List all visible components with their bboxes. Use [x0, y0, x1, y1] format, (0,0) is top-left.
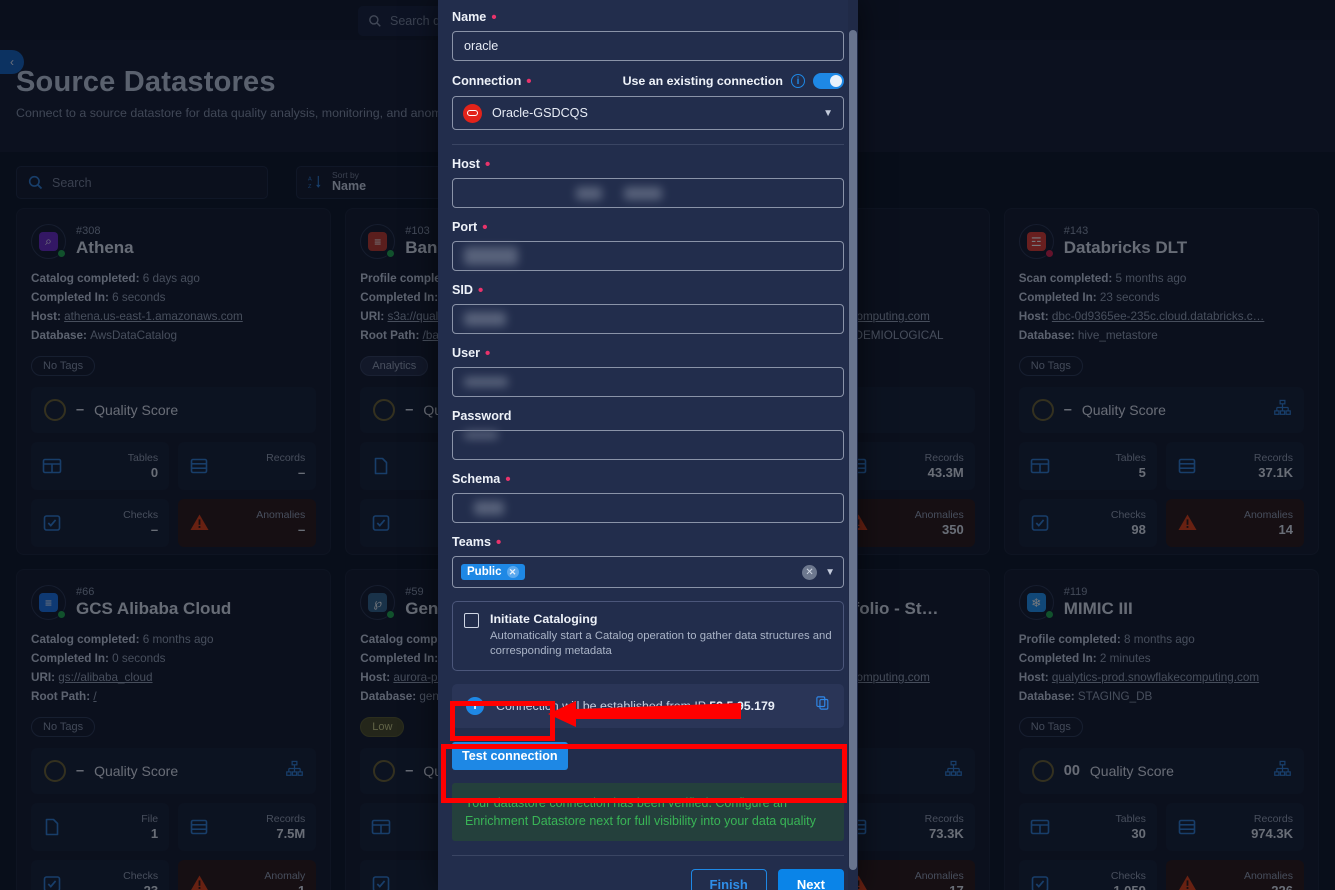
sid-label-text: SID	[452, 283, 473, 297]
password-input[interactable]	[452, 430, 844, 460]
use-existing-connection-toggle[interactable]	[813, 73, 844, 89]
ip-value: 52.5.95.179	[709, 698, 775, 713]
user-input[interactable]	[452, 367, 844, 397]
teams-multiselect[interactable]: Public ✕ ✕ ▼	[452, 556, 844, 588]
port-label-text: Port	[452, 220, 478, 234]
teams-label: Teams •	[452, 534, 502, 551]
test-connection-button[interactable]: Test connection	[452, 741, 568, 770]
sid-input[interactable]	[452, 304, 844, 334]
port-label: Port •	[452, 219, 488, 236]
name-label-text: Name	[452, 10, 487, 24]
user-label: User •	[452, 345, 491, 362]
oracle-icon	[463, 103, 482, 123]
section-divider	[452, 144, 844, 145]
redacted-value	[464, 431, 498, 439]
team-chip-label: Public	[467, 566, 502, 578]
add-source-datastore-modal: Name • oracle Connection • Use an existi…	[438, 0, 858, 890]
clear-all-icon[interactable]: ✕	[802, 564, 818, 580]
copy-icon[interactable]	[816, 696, 830, 715]
info-icon: i	[466, 696, 484, 715]
sid-label: SID •	[452, 282, 484, 299]
modal-scrollbar-track[interactable]	[848, 0, 858, 890]
footer-divider	[452, 854, 844, 856]
use-existing-connection-label: Use an existing connection	[622, 74, 783, 88]
redacted-value	[464, 247, 518, 265]
modal-scrollbar-thumb[interactable]	[849, 30, 857, 870]
schema-label-text: Schema	[452, 472, 501, 486]
redacted-value	[464, 312, 506, 326]
redacted-value	[464, 377, 508, 387]
password-field-group: Password	[452, 409, 844, 460]
team-chip[interactable]: Public ✕	[461, 564, 525, 580]
connection-ip-banner: i Connection will be established from IP…	[452, 683, 844, 728]
initiate-cataloging-title: Initiate Cataloging	[490, 612, 598, 626]
redacted-value	[474, 501, 504, 515]
connection-label: Connection •	[452, 73, 532, 90]
chevron-down-icon: ▼	[825, 566, 835, 578]
host-input[interactable]	[452, 178, 844, 208]
modal-body: Name • oracle Connection • Use an existi…	[438, 0, 858, 890]
redacted-value	[624, 186, 662, 200]
initiate-cataloging-description: Automatically start a Catalog operation …	[490, 630, 832, 658]
remove-chip-icon[interactable]: ✕	[506, 566, 519, 578]
schema-input[interactable]	[452, 493, 844, 523]
user-field-group: User •	[452, 346, 844, 397]
initiate-cataloging-checkbox[interactable]	[464, 613, 479, 628]
finish-button[interactable]: Finish	[690, 868, 767, 890]
info-icon[interactable]: i	[791, 74, 805, 88]
connection-ip-text: Connection will be established from IP 5…	[496, 699, 775, 713]
connection-label-text: Connection	[452, 74, 522, 88]
sid-field-group: SID •	[452, 283, 844, 334]
port-field-group: Port •	[452, 220, 844, 271]
initiate-cataloging-option[interactable]: Initiate Cataloging Automatically start …	[452, 601, 844, 671]
teams-label-text: Teams	[452, 535, 491, 549]
teams-field-group: Teams • Public ✕ ✕ ▼	[452, 535, 844, 588]
name-field-group: Name • oracle	[452, 10, 844, 61]
connection-selected-value: Oracle-GSDCQS	[492, 106, 588, 120]
connection-header: Connection • Use an existing connection …	[452, 73, 844, 89]
schema-label: Schema •	[452, 471, 511, 488]
password-label: Password	[452, 409, 844, 423]
next-button[interactable]: Next	[777, 868, 844, 890]
port-input[interactable]	[452, 241, 844, 271]
chevron-down-icon: ▼	[823, 107, 833, 119]
ip-prefix: Connection will be established from IP	[496, 698, 710, 713]
password-label-text: Password	[452, 409, 512, 423]
schema-field-group: Schema •	[452, 472, 844, 523]
modal-footer: Finish Next	[452, 868, 844, 890]
redacted-value	[576, 186, 602, 200]
connection-field-group: Connection • Use an existing connection …	[452, 73, 844, 130]
use-existing-connection-control: Use an existing connection i	[623, 73, 844, 89]
connection-select[interactable]: Oracle-GSDCQS ▼	[452, 96, 844, 130]
connection-success-message: Your datastore connection has been verif…	[452, 782, 844, 841]
host-label: Host •	[452, 156, 491, 173]
host-field-group: Host •	[452, 157, 844, 208]
name-label: Name •	[452, 9, 497, 26]
user-label-text: User	[452, 346, 481, 360]
app-root: Search data ‹ Source Datastores Connect …	[0, 0, 1335, 890]
initiate-cataloging-text: Initiate Cataloging Automatically start …	[490, 612, 832, 660]
host-label-text: Host	[452, 157, 480, 171]
name-input[interactable]: oracle	[452, 31, 844, 61]
